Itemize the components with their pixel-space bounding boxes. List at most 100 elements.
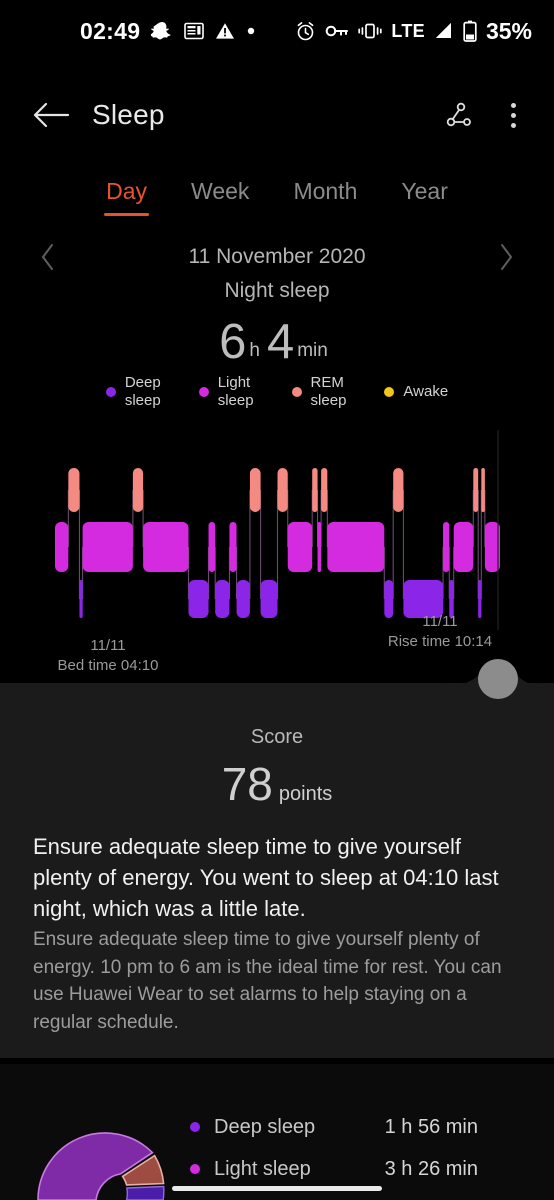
alarm-icon <box>295 21 316 42</box>
hypnogram-segment <box>260 580 278 618</box>
more-menu-button[interactable] <box>490 92 536 138</box>
duration-hours: 6 <box>219 315 247 369</box>
sleep-composition-donut <box>37 1132 165 1200</box>
legend-item-deep-sleep: Deep sleep <box>105 374 161 409</box>
date-navigator: 11 November 2020 <box>0 238 554 276</box>
current-date-label: 11 November 2020 <box>188 245 366 268</box>
period-tabs: Day Week Month Year <box>0 176 554 216</box>
next-day-button[interactable] <box>486 237 526 277</box>
tab-day[interactable]: Day <box>98 176 155 216</box>
chevron-left-icon <box>38 242 58 272</box>
hypnogram-segment <box>188 580 209 618</box>
legend-dot-light-sleep <box>198 386 209 397</box>
share-button[interactable] <box>436 92 482 138</box>
hypnogram-segment <box>82 522 133 572</box>
vibrate-icon <box>358 22 383 40</box>
breakdown-dot-light-sleep <box>190 1164 200 1174</box>
status-clock: 02:49 <box>80 17 141 44</box>
legend-item-rem-sleep: REM sleep <box>291 374 347 409</box>
hypnogram-segment <box>79 580 83 618</box>
scroll-handle[interactable] <box>478 659 518 699</box>
hypnogram-segment <box>249 468 261 512</box>
legend-item-awake: Awake <box>384 383 448 401</box>
breakdown-row-light-sleep: Light sleep 3 h 26 min <box>190 1148 530 1190</box>
score-unit: points <box>278 783 333 805</box>
breakdown-name-light-sleep: Light sleep <box>214 1157 311 1180</box>
duration-minutes-unit: min <box>297 340 328 361</box>
share-icon <box>443 99 475 131</box>
breakdown-dot-deep-sleep <box>190 1122 200 1132</box>
breakdown-value-deep-sleep: 1 h 56 min <box>384 1115 478 1138</box>
hypnogram-segment <box>68 468 80 512</box>
legend-dot-awake <box>384 386 395 397</box>
status-bar-left: 02:49 <box>0 18 256 45</box>
status-bar-right: LTE 35% <box>295 18 554 45</box>
hypnogram-segment <box>236 580 250 618</box>
legend-deep-line2: sleep <box>124 391 161 409</box>
legend-rem-line1: REM <box>310 374 344 391</box>
arrow-left-icon <box>32 100 70 130</box>
hypnogram-segment <box>208 522 216 572</box>
sheet-notch <box>0 665 554 705</box>
page-title: Sleep <box>92 99 165 130</box>
hypnogram-segment <box>481 468 485 512</box>
hypnogram-segment <box>443 522 450 572</box>
hypnogram-segment <box>287 522 313 572</box>
dot-icon <box>246 26 256 36</box>
chevron-right-icon <box>496 242 516 272</box>
duration-hours-unit: h <box>249 340 260 361</box>
app-bar: Sleep <box>0 84 554 146</box>
legend-item-light-sleep: Light sleep <box>198 374 254 409</box>
hypnogram-segment <box>55 522 69 572</box>
system-nav-handle[interactable] <box>172 1186 382 1191</box>
advice-primary-text: Ensure adequate sleep time to give yours… <box>33 834 499 921</box>
tab-week[interactable]: Week <box>183 176 257 205</box>
legend-label-rem-sleep: REM sleep <box>311 374 347 409</box>
hypnogram-segment <box>143 522 189 572</box>
hypnogram-segment <box>229 522 237 572</box>
score-value: 78 points <box>0 757 554 811</box>
hypnogram-segment <box>393 468 404 512</box>
network-type-label: LTE <box>391 20 425 41</box>
hypnogram-segment <box>453 522 474 572</box>
rise-time-label: 11/11 Rise time 10:14 <box>340 612 540 653</box>
phone-screen: 02:49 LTE 35% Sleep Day Week Month Year … <box>0 0 554 1200</box>
legend-dot-rem-sleep <box>291 386 302 397</box>
hypnogram-segment <box>317 522 322 572</box>
rise-date: 11/11 <box>422 613 458 630</box>
snapchat-icon <box>149 20 173 42</box>
legend-light-line2: sleep <box>217 391 254 409</box>
duration-minutes: 4 <box>266 315 295 369</box>
legend-deep-line1: Deep <box>124 374 161 391</box>
back-button[interactable] <box>22 100 80 130</box>
breakdown-name-deep-sleep: Deep sleep <box>214 1115 316 1138</box>
battery-percent-label: 35% <box>485 17 532 44</box>
hypnogram-segment <box>473 468 479 512</box>
hypnogram-segment <box>327 522 385 572</box>
tab-year[interactable]: Year <box>393 176 455 205</box>
sleep-type-label: Night sleep <box>224 279 330 302</box>
legend-rem-line2: sleep <box>310 391 347 409</box>
rise-time: Rise time 10:14 <box>387 633 493 651</box>
news-icon <box>184 21 205 41</box>
legend-dot-deep-sleep <box>105 386 116 397</box>
breakdown-row-deep-sleep: Deep sleep 1 h 56 min <box>190 1106 530 1148</box>
score-number: 78 <box>221 758 273 810</box>
warning-icon <box>215 21 235 41</box>
breakdown-list: Deep sleep 1 h 56 min Light sleep 3 h 26… <box>190 1106 530 1190</box>
legend-label-awake: Awake <box>403 382 449 400</box>
battery-icon <box>463 20 477 42</box>
hypnogram-segment <box>312 468 318 512</box>
breakdown-value-light-sleep: 3 h 26 min <box>384 1157 478 1180</box>
stage-legend: Deep sleep Light sleep REM sleep Awake <box>0 374 554 409</box>
previous-day-button[interactable] <box>28 237 68 277</box>
advice-secondary-text: Ensure adequate sleep time to give yours… <box>33 929 502 1034</box>
signal-icon <box>434 22 454 40</box>
vpn-key-icon <box>325 23 349 39</box>
more-vertical-icon <box>510 102 516 128</box>
tab-month[interactable]: Month <box>285 176 365 205</box>
legend-label-deep-sleep: Deep sleep <box>125 374 161 409</box>
sleep-duration: 6 h 4 min <box>0 314 554 370</box>
legend-label-light-sleep: Light sleep <box>218 374 254 409</box>
hypnogram-segment <box>215 580 230 618</box>
